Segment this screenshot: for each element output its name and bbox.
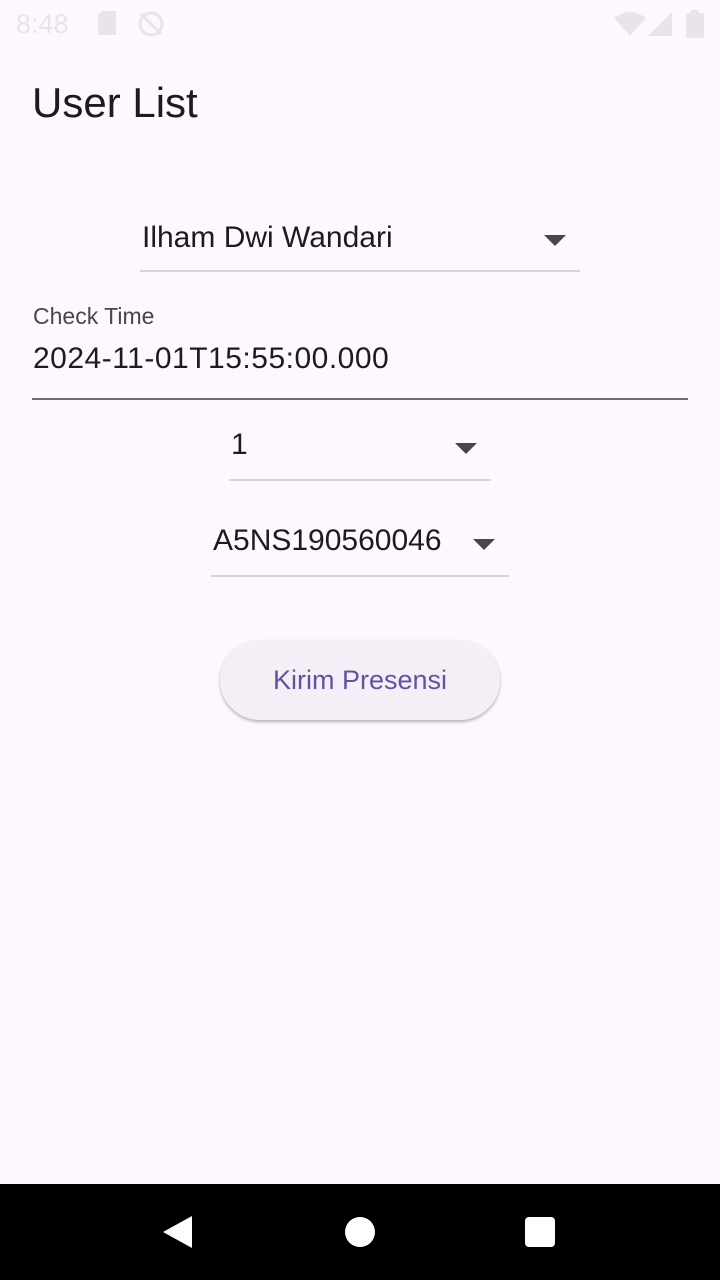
status-bar: 8:48 xyxy=(0,0,720,48)
page-title: User List xyxy=(32,79,198,126)
battery-icon xyxy=(686,10,704,43)
chevron-down-icon xyxy=(473,539,495,550)
device-dropdown-value: A5NS190560046 xyxy=(213,524,442,557)
user-dropdown-value: Ilham Dwi Wandari xyxy=(142,221,393,254)
chevron-down-icon xyxy=(455,443,477,454)
back-icon[interactable] xyxy=(163,1216,192,1248)
type-dropdown-value: 1 xyxy=(231,428,248,461)
device-dropdown[interactable]: A5NS190560046 xyxy=(211,520,509,577)
no-sync-icon xyxy=(136,10,166,43)
check-time-label: Check Time xyxy=(33,303,155,329)
kirim-presensi-button[interactable]: Kirim Presensi xyxy=(220,640,500,720)
check-time-underline xyxy=(32,398,688,400)
check-time-value: 2024-11-01T15:55:00.000 xyxy=(33,342,390,375)
recents-icon[interactable] xyxy=(525,1217,555,1247)
navigation-bar xyxy=(0,1184,720,1280)
chevron-down-icon xyxy=(544,235,566,246)
signal-icon xyxy=(648,12,674,41)
user-dropdown[interactable]: Ilham Dwi Wandari xyxy=(140,214,580,272)
home-icon[interactable] xyxy=(345,1217,375,1247)
wifi-icon xyxy=(614,12,646,41)
sd-card-icon xyxy=(96,10,118,41)
status-time: 8:48 xyxy=(16,9,69,39)
type-dropdown[interactable]: 1 xyxy=(229,424,491,481)
